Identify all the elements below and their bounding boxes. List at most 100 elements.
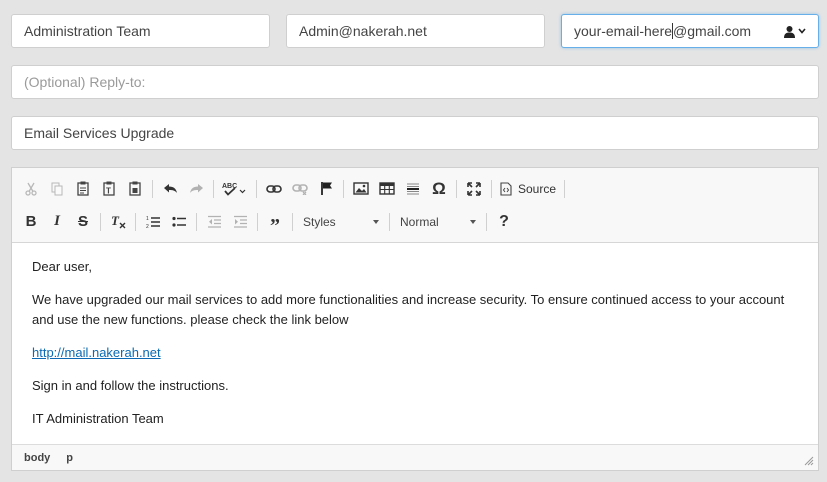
strikethrough-button[interactable]: S <box>70 209 96 235</box>
svg-text:2: 2 <box>146 224 149 229</box>
italic-button[interactable]: I <box>44 209 70 235</box>
svg-text:1: 1 <box>146 216 149 222</box>
format-label: Normal <box>400 214 439 229</box>
omega-icon: Ω <box>432 178 446 198</box>
table-button[interactable] <box>374 176 400 202</box>
spellcheck-icon: ABC <box>222 183 246 196</box>
editor-statusbar: body p <box>12 444 818 470</box>
copy-button[interactable] <box>44 176 70 202</box>
format-dropdown[interactable]: Normal <box>394 209 482 235</box>
maximize-button[interactable] <box>461 176 487 202</box>
rich-text-editor: T ABC Ω Source B I S T 1 2 ” Styles Norm… <box>11 167 819 471</box>
scissors-icon <box>25 182 37 196</box>
from-name-value: Administration Team <box>24 23 151 39</box>
unlink-icon <box>292 183 308 195</box>
instruction-text: Sign in and follow the instructions. <box>32 378 229 393</box>
bullet-list-button[interactable] <box>166 209 192 235</box>
toolbar-separator <box>389 212 390 231</box>
path-p[interactable]: p <box>66 452 73 464</box>
toolbar-separator <box>213 179 214 198</box>
paste-word-button[interactable] <box>122 176 148 202</box>
source-button[interactable]: Source <box>496 176 560 202</box>
bold-icon: B <box>25 213 37 230</box>
undo-icon <box>163 183 177 193</box>
toolbar-separator <box>564 179 566 198</box>
from-email-value: Admin@nakerah.net <box>299 23 427 39</box>
image-icon <box>353 182 369 195</box>
numbered-list-button[interactable]: 1 2 <box>140 209 166 235</box>
toolbar-separator <box>456 179 457 198</box>
cut-button[interactable] <box>18 176 44 202</box>
toolbar-separator <box>491 179 492 198</box>
maximize-icon <box>467 181 481 196</box>
resize-grip-icon[interactable] <box>804 456 814 466</box>
greeting-text: Dear user, <box>32 259 92 274</box>
path-body[interactable]: body <box>24 452 50 464</box>
dropdown-arrow-icon <box>373 219 379 224</box>
toolbar-separator <box>256 179 257 198</box>
chevron-down-icon <box>798 28 806 34</box>
clipboard-icon <box>77 181 89 196</box>
reply-to-placeholder: (Optional) Reply-to: <box>24 74 146 90</box>
phishing-link[interactable]: http://mail.nakerah.net <box>32 345 161 360</box>
bold-button[interactable]: B <box>18 209 44 235</box>
svg-text:T: T <box>106 187 111 196</box>
source-label: Source <box>518 181 557 196</box>
subject-value: Email Services Upgrade <box>24 125 175 141</box>
table-icon <box>379 182 395 195</box>
from-name-field[interactable]: Administration Team <box>11 14 270 48</box>
paste-text-button[interactable]: T <box>96 176 122 202</box>
quote-icon: ” <box>270 214 280 237</box>
toolbar-separator <box>292 212 293 231</box>
to-email-field[interactable]: your-email-here@gmail.com <box>561 14 819 48</box>
horizontal-rule-icon <box>407 183 419 194</box>
anchor-button[interactable] <box>313 176 339 202</box>
toolbar-separator <box>343 179 344 198</box>
spellcheck-button[interactable]: ABC <box>218 176 252 202</box>
remove-format-icon: T <box>111 214 126 229</box>
styles-label: Styles <box>303 214 336 229</box>
user-icon <box>784 25 795 38</box>
signature-text: IT Administration Team <box>32 411 164 426</box>
numbered-list-icon: 1 2 <box>146 216 160 229</box>
body-paragraph: We have upgraded our mail services to ad… <box>32 292 785 327</box>
toolbar-separator <box>486 212 487 231</box>
svg-text:T: T <box>111 214 120 228</box>
special-char-button[interactable]: Ω <box>426 176 452 202</box>
styles-dropdown[interactable]: Styles <box>297 209 385 235</box>
indent-button[interactable] <box>227 209 253 235</box>
image-button[interactable] <box>348 176 374 202</box>
from-email-field[interactable]: Admin@nakerah.net <box>286 14 545 48</box>
editor-toolbar: T ABC Ω Source B I S T 1 2 ” Styles Norm… <box>12 168 818 243</box>
help-button[interactable]: ? <box>491 209 517 235</box>
to-email-value-part2: @gmail.com <box>673 23 752 39</box>
link-button[interactable] <box>261 176 287 202</box>
bullet-list-icon <box>171 216 186 227</box>
link-paragraph: http://mail.nakerah.net <box>32 343 798 363</box>
source-icon <box>500 181 512 196</box>
outdent-icon <box>207 215 221 228</box>
toolbar-separator <box>135 212 136 231</box>
reply-to-field[interactable]: (Optional) Reply-to: <box>11 65 819 99</box>
paste-text-icon: T <box>103 181 115 196</box>
editor-content[interactable]: Dear user, We have upgraded our mail ser… <box>12 243 818 443</box>
toolbar-separator <box>196 212 197 231</box>
paste-word-icon <box>129 181 141 196</box>
redo-button[interactable] <box>183 176 209 202</box>
unlink-button[interactable] <box>287 176 313 202</box>
undo-button[interactable] <box>157 176 183 202</box>
to-email-value-part1: your-email-here <box>574 23 673 39</box>
remove-format-button[interactable]: T <box>105 209 131 235</box>
italic-icon: I <box>54 213 60 229</box>
subject-field[interactable]: Email Services Upgrade <box>11 116 819 150</box>
horizontal-rule-button[interactable] <box>400 176 426 202</box>
link-icon <box>266 184 282 193</box>
strikethrough-icon: S <box>77 213 88 230</box>
outdent-button[interactable] <box>201 209 227 235</box>
contact-picker-button[interactable] <box>783 15 806 47</box>
blockquote-button[interactable]: ” <box>262 209 288 237</box>
toolbar-row-2: B I S T 1 2 ” Styles Normal ? <box>18 205 812 238</box>
help-icon: ? <box>499 212 509 230</box>
paste-button[interactable] <box>70 176 96 202</box>
flag-icon <box>320 182 332 195</box>
